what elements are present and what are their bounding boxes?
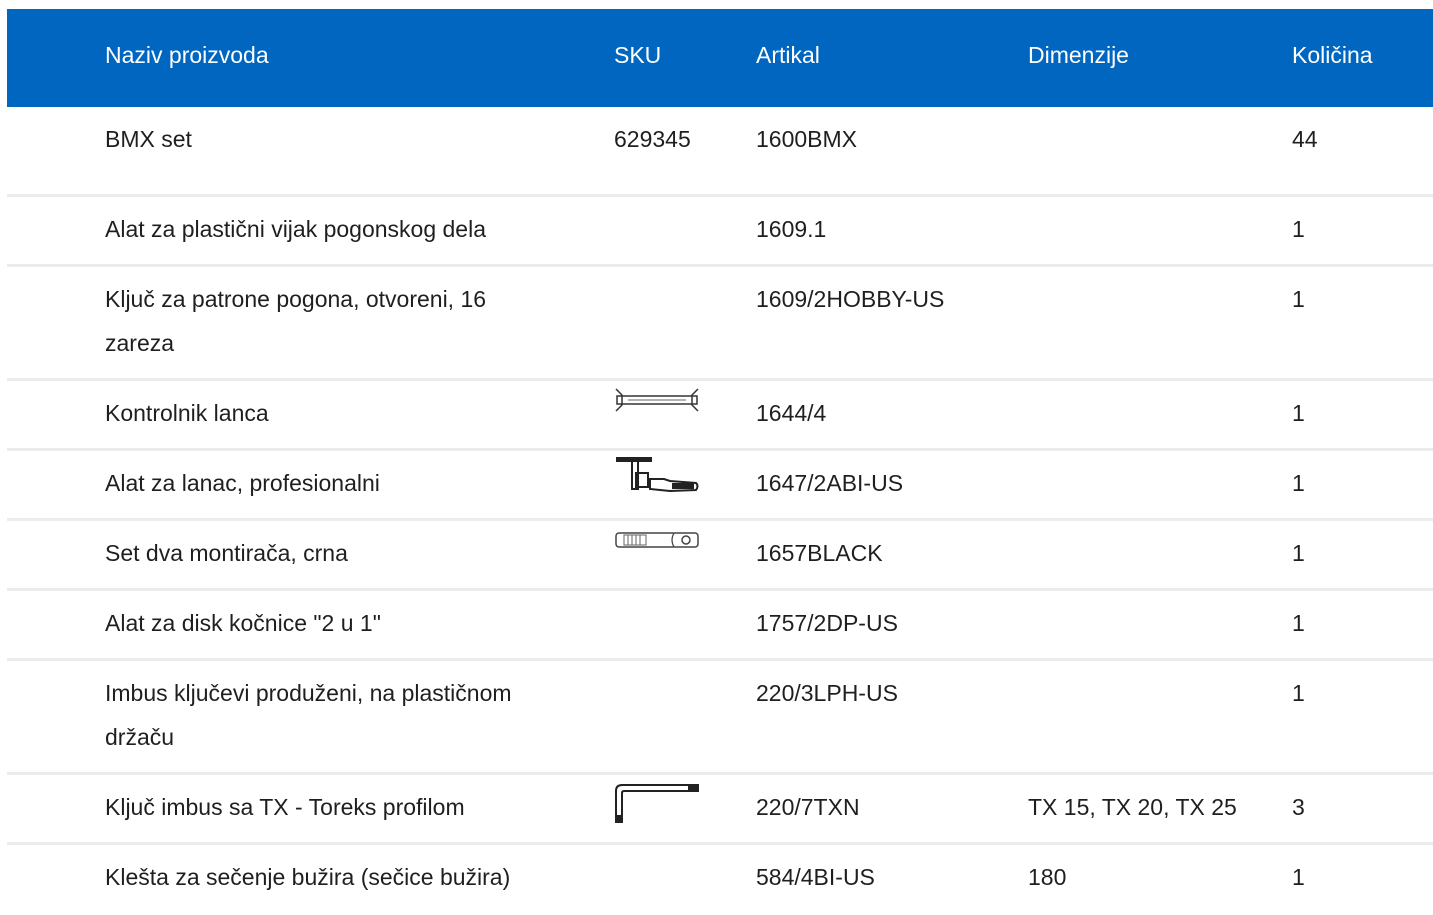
header-quantity[interactable]: Količina <box>1292 9 1373 101</box>
table-row[interactable]: Alat za plastični vijak pogonskog dela 1… <box>7 197 1433 267</box>
chain-tool-icon[interactable] <box>614 455 700 495</box>
product-name[interactable]: Ključ za patrone pogona, otvoreni, 16 za… <box>105 277 545 365</box>
product-dimensions: TX 15, TX 20, TX 25 <box>1028 794 1237 820</box>
product-name[interactable]: Alat za lanac, profesionalni <box>105 461 545 505</box>
table-row[interactable]: Alat za disk kočnice "2 u 1" 1757/2DP-US… <box>7 591 1433 661</box>
product-article: 1609/2HOBBY-US <box>756 286 945 312</box>
product-name[interactable]: Kontrolnik lanca <box>105 391 545 435</box>
product-article: 220/3LPH-US <box>756 680 898 706</box>
product-quantity: 1 <box>1292 400 1305 426</box>
product-article: 1657BLACK <box>756 540 883 566</box>
product-article: 584/4BI-US <box>756 864 875 890</box>
header-sku[interactable]: SKU <box>614 9 661 101</box>
product-article: 1757/2DP-US <box>756 610 898 636</box>
product-quantity: 1 <box>1292 470 1305 496</box>
torx-key-icon[interactable] <box>614 783 700 825</box>
product-article: 1644/4 <box>756 400 827 426</box>
product-quantity: 1 <box>1292 610 1305 636</box>
header-name[interactable]: Naziv proizvoda <box>105 9 269 101</box>
product-quantity: 1 <box>1292 540 1305 566</box>
table-row[interactable]: Set dva montirača, crna 1657BLACK 1 <box>7 521 1433 591</box>
product-table: Naziv proizvoda SKU Artikal Dimenzije Ko… <box>7 9 1433 915</box>
table-row[interactable]: Alat za lanac, profesionalni 1647/2ABI-U… <box>7 451 1433 521</box>
product-name[interactable]: Set dva montirača, crna <box>105 531 545 575</box>
table-row[interactable]: BMX set 629345 1600BMX 44 <box>7 107 1433 197</box>
product-name[interactable]: Alat za plastični vijak pogonskog dela <box>105 207 545 251</box>
table-row[interactable]: Imbus ključevi produženi, na plastičnom … <box>7 661 1433 775</box>
product-article: 220/7TXN <box>756 794 860 820</box>
header-article[interactable]: Artikal <box>756 9 820 101</box>
product-quantity: 44 <box>1292 126 1318 152</box>
table-row[interactable]: Ključ za patrone pogona, otvoreni, 16 za… <box>7 267 1433 381</box>
product-name[interactable]: Alat za disk kočnice "2 u 1" <box>105 601 545 645</box>
product-article: 1609.1 <box>756 216 827 242</box>
product-quantity: 1 <box>1292 286 1305 312</box>
product-name[interactable]: Ključ imbus sa TX - Toreks profilom <box>105 785 545 829</box>
tire-lever-icon[interactable] <box>614 527 700 553</box>
product-name[interactable]: Imbus ključevi produženi, na plastičnom … <box>105 671 545 759</box>
product-article: 1647/2ABI-US <box>756 470 904 496</box>
product-quantity: 1 <box>1292 216 1305 242</box>
product-quantity: 3 <box>1292 794 1305 820</box>
product-name[interactable]: Klešta za sečenje bužira (sečice bužira) <box>105 855 545 899</box>
table-row[interactable]: Ključ imbus sa TX - Toreks profilom 220/… <box>7 775 1433 845</box>
table-row[interactable]: Klešta za sečenje bužira (sečice bužira)… <box>7 845 1433 915</box>
table-row[interactable]: Kontrolnik lanca 1644/4 1 <box>7 381 1433 451</box>
chain-checker-icon[interactable] <box>614 387 700 423</box>
product-sku: 629345 <box>614 126 691 152</box>
product-quantity: 1 <box>1292 680 1305 706</box>
product-dimensions: 180 <box>1028 864 1067 890</box>
product-name[interactable]: BMX set <box>105 117 545 161</box>
header-dimensions[interactable]: Dimenzije <box>1028 9 1129 101</box>
table-header: Naziv proizvoda SKU Artikal Dimenzije Ko… <box>7 9 1433 107</box>
product-article: 1600BMX <box>756 126 858 152</box>
product-quantity: 1 <box>1292 864 1305 890</box>
